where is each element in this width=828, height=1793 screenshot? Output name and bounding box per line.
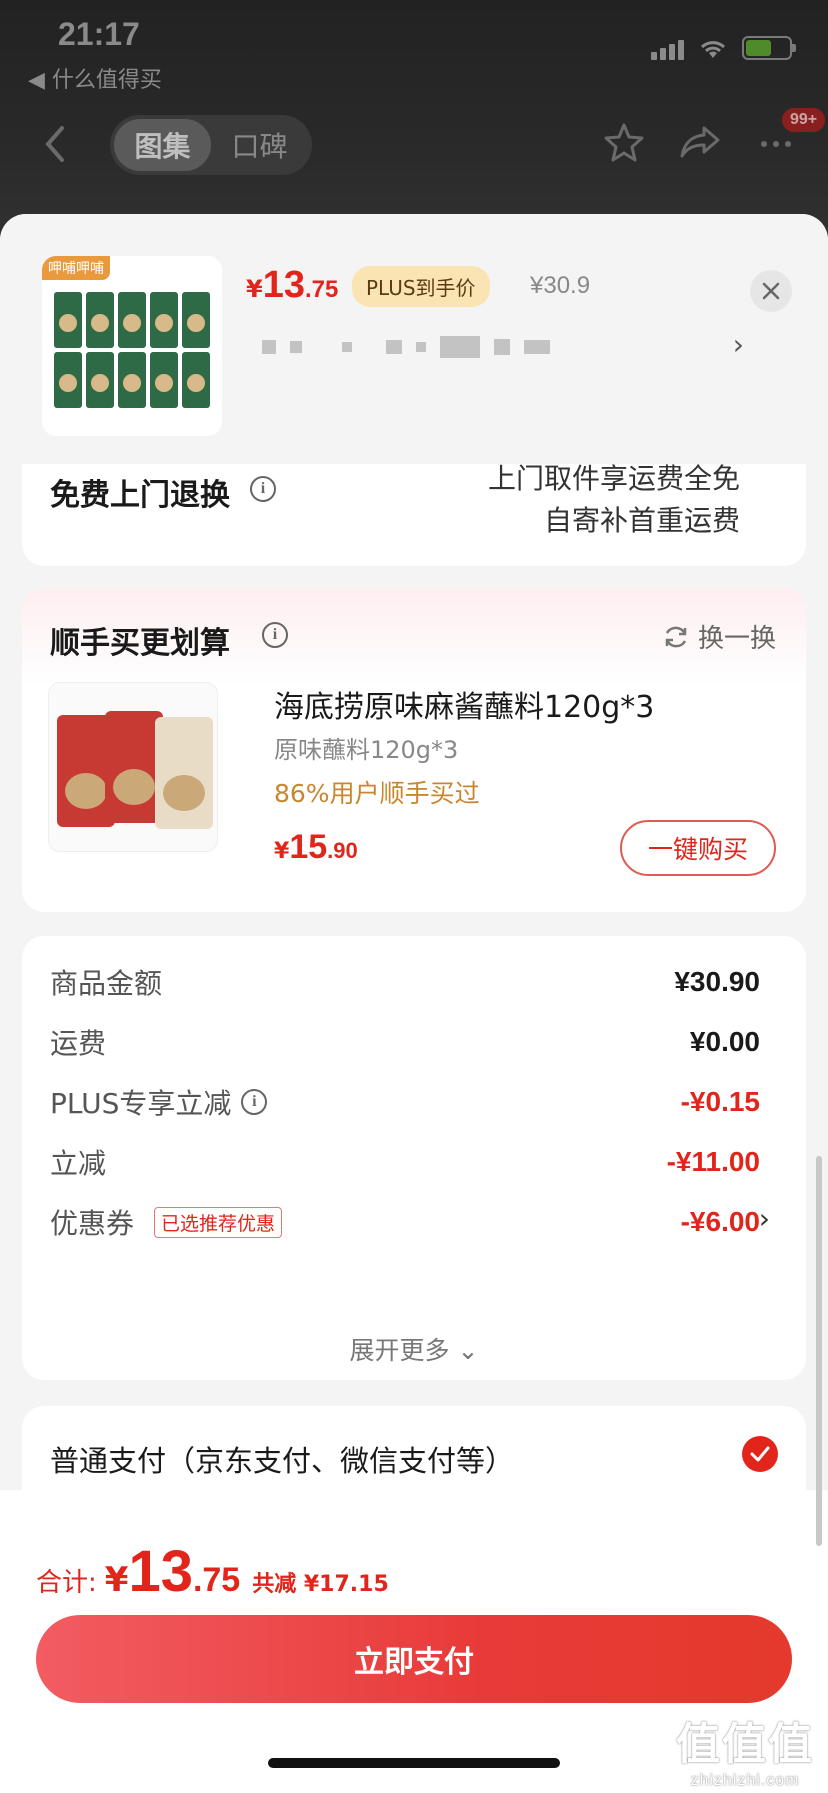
refresh-label: 换一换 [697, 624, 776, 654]
summary-value: -¥11.00 [666, 1146, 760, 1177]
site-watermark: 值值值 zhizhizhi.com [676, 1708, 814, 1790]
total-saved: 共减 ¥17.15 [252, 1572, 389, 1597]
summary-value: ¥0.00 [689, 1026, 760, 1057]
refresh-button[interactable]: 换一换 [662, 618, 776, 655]
expand-more-button[interactable]: 展开更多 ⌄ [22, 1331, 806, 1367]
summary-value: ¥30.90 [674, 966, 760, 997]
add-on-price-integer: 15 [289, 828, 328, 866]
status-time: 21:17 [58, 16, 140, 52]
tab-reviews[interactable]: 口碑 [211, 119, 308, 171]
chevron-right-icon[interactable]: › [733, 328, 744, 361]
share-icon[interactable] [678, 120, 722, 164]
expand-more-label: 展开更多 [349, 1336, 450, 1365]
coupon-tag: 已选推荐优惠 [154, 1206, 283, 1238]
summary-label-wrap: 优惠券 已选推荐优惠 [50, 1202, 283, 1242]
notification-badge: 99+ [782, 108, 826, 132]
summary-label: 运费 [50, 1027, 107, 1060]
free-return-title: 免费上门退换 [50, 478, 230, 513]
plus-price: ¥ 13 .75 [246, 264, 338, 307]
refresh-icon [665, 626, 687, 647]
summary-label: 立减 [50, 1147, 107, 1180]
close-button[interactable] [750, 270, 792, 312]
star-icon[interactable] [602, 120, 646, 164]
summary-label-wrap: PLUS专享立减 i [50, 1082, 268, 1122]
payment-method-label: 普通支付（京东支付、微信支付等） [50, 1444, 515, 1478]
one-click-buy-button[interactable]: 一键购买 [620, 820, 776, 876]
add-on-name[interactable]: 海底捞原味麻酱蘸料120g*3 [274, 682, 654, 726]
add-on-product-image[interactable] [48, 682, 218, 852]
tab-gallery[interactable]: 图集 [114, 119, 211, 171]
cellular-signal-icon [651, 40, 684, 60]
brand-tag: 呷哺呷哺 [42, 256, 110, 280]
summary-label: PLUS专享立减 [50, 1087, 232, 1120]
add-on-price-decimal: .90 [327, 838, 358, 863]
pay-now-button[interactable]: 立即支付 [36, 1615, 792, 1703]
selected-spec-blurred[interactable] [262, 336, 550, 358]
order-total: 合计: ¥ 13 .75 共减 ¥17.15 [36, 1538, 389, 1605]
watermark-url: zhizhizhi.com [690, 1772, 800, 1789]
total-integer: 13 [128, 1539, 193, 1604]
product-thumbnail: 呷哺呷哺 [42, 256, 222, 436]
return-desc-line1: 上门取件享运费全免 [487, 462, 740, 495]
price-summary-card: 商品金额 ¥30.90 运费 ¥0.00 PLUS专享立减 i -¥0.15 立… [22, 936, 806, 1380]
price-integer: 13 [262, 264, 305, 306]
price-decimal: .75 [304, 276, 339, 303]
summary-row-shipping: 运费 ¥0.00 [50, 1022, 760, 1062]
add-on-title: 顺手买更划算 [50, 626, 230, 661]
summary-value: -¥6.00 [680, 1206, 760, 1237]
info-icon[interactable]: i [262, 622, 288, 648]
total-label: 合计: [36, 1568, 97, 1598]
back-arrow-icon[interactable] [40, 124, 70, 164]
plus-price-tag: PLUS到手价 [352, 266, 490, 307]
summary-row-instant-discount: 立减 -¥11.00 [50, 1142, 760, 1182]
status-icons [651, 36, 796, 60]
home-indicator [268, 1758, 560, 1768]
free-return-description: 上门取件享运费全免 自寄补首重运费 [488, 458, 740, 542]
add-on-price: ¥ 15 .90 [274, 828, 358, 867]
product-header: 呷哺呷哺 ¥ 13 .75 PLUS到手价 ¥30.9 › [0, 214, 828, 464]
info-icon[interactable]: i [250, 476, 276, 502]
info-icon[interactable]: i [241, 1089, 268, 1115]
battery-icon [742, 36, 796, 60]
chevron-down-icon: ⌄ [457, 1336, 479, 1365]
summary-row-plus-discount: PLUS专享立减 i -¥0.15 [50, 1082, 760, 1122]
checkout-sheet: 呷哺呷哺 ¥ 13 .75 PLUS到手价 ¥30.9 › 免费上门退换 i 上… [0, 214, 828, 1793]
close-icon [762, 282, 780, 300]
original-price: ¥30.9 [530, 272, 591, 299]
summary-row-coupon[interactable]: 优惠券 已选推荐优惠 -¥6.00 [50, 1202, 760, 1242]
add-on-spec: 原味蘸料120g*3 [274, 736, 459, 764]
more-menu[interactable]: 99+ [754, 108, 826, 164]
check-icon[interactable] [742, 1436, 778, 1472]
total-currency: ¥ [104, 1560, 129, 1600]
wifi-icon [700, 41, 726, 58]
return-desc-line2: 自寄补首重运费 [543, 504, 740, 537]
total-decimal: .75 [192, 1561, 241, 1599]
chevron-right-icon[interactable]: › [759, 1202, 770, 1235]
summary-value: -¥0.15 [680, 1086, 760, 1117]
add-on-price-currency: ¥ [274, 839, 290, 864]
summary-label: 优惠券 [50, 1207, 135, 1240]
summary-label: 商品金额 [50, 967, 163, 1000]
checkout-footer: 合计: ¥ 13 .75 共减 ¥17.15 立即支付 值值值 zhizhizh… [0, 1490, 828, 1793]
scrollbar[interactable] [816, 1156, 822, 1546]
back-to-app-link[interactable]: ◀ 什么值得买 [28, 62, 162, 94]
product-packs-image [54, 292, 210, 408]
gallery-review-switch: 图集 口碑 [110, 115, 312, 175]
status-bar: 21:17 ◀ 什么值得买 [0, 0, 828, 95]
watermark-logo: 值值值 [676, 1719, 814, 1770]
top-nav-bar: 图集 口碑 99+ [0, 108, 828, 180]
price-currency: ¥ [246, 275, 263, 303]
add-on-card: 顺手买更划算 i 换一换 海底捞原味麻酱蘸料120g*3 原味蘸料120g*3 … [22, 588, 806, 912]
nav-actions: 99+ [602, 108, 826, 164]
add-on-bought-rate: 86%用户顺手买过 [274, 779, 480, 808]
summary-row-goods: 商品金额 ¥30.90 [50, 962, 760, 1002]
